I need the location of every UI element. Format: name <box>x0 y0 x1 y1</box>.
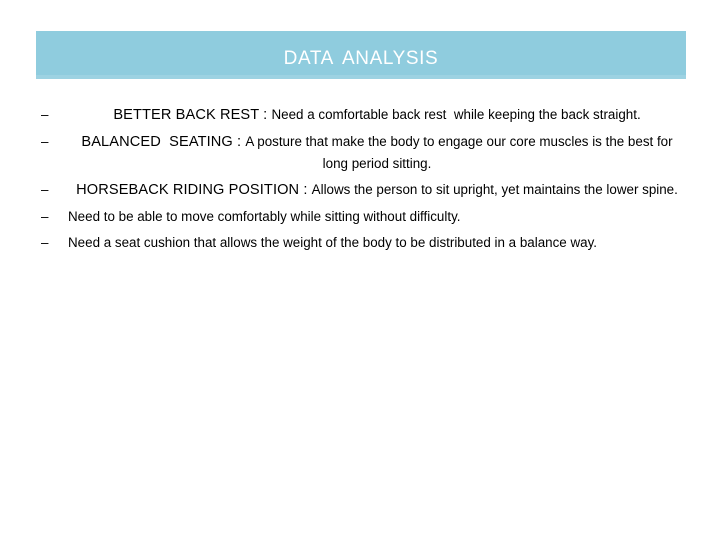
list-item-text: HORSEBACK RIDING POSITION : Allows the p… <box>68 179 686 201</box>
bullet-dash-icon: – <box>41 209 49 224</box>
list-item-text: BALANCED SEATING : A posture that make t… <box>68 131 686 174</box>
list-item-text: BETTER BACK REST : Need a comfortable ba… <box>68 104 686 126</box>
bullet-dash-icon: – <box>41 235 49 250</box>
list-item-body: Allows the person to sit upright, yet ma… <box>311 182 678 197</box>
bullet-dash-icon: – <box>41 182 49 197</box>
list-item-term: HORSEBACK RIDING POSITION <box>76 182 300 198</box>
list-item-term: BALANCED SEATING <box>81 134 233 150</box>
list-item: – HORSEBACK RIDING POSITION : Allows the… <box>36 179 686 201</box>
list-item-body: Need a seat cushion that allows the weig… <box>68 235 598 250</box>
list-item: – Need to be able to move comfortably wh… <box>36 206 686 227</box>
list-item: – BALANCED SEATING : A posture that make… <box>36 131 686 174</box>
list-item-body: A posture that make the body to engage o… <box>245 134 677 171</box>
page-title: Data Analysis <box>283 39 439 70</box>
list-item-text: Need a seat cushion that allows the weig… <box>68 232 686 253</box>
list-item-term: BETTER BACK REST <box>113 107 260 123</box>
list-item: – Need a seat cushion that allows the we… <box>36 232 686 253</box>
list-item-separator: : <box>259 107 272 123</box>
list-item-separator: : <box>232 134 246 150</box>
list-item-text: Need to be able to move comfortably whil… <box>68 206 686 227</box>
title-banner: Data Analysis <box>36 31 686 79</box>
list-item: – BETTER BACK REST : Need a comfortable … <box>36 104 686 126</box>
bullet-dash-icon: – <box>41 134 49 149</box>
list-item-separator: : <box>299 182 312 198</box>
list-item-body: Need to be able to move comfortably whil… <box>68 209 461 224</box>
bullet-dash-icon: – <box>41 107 49 122</box>
bullet-list: – BETTER BACK REST : Need a comfortable … <box>36 104 686 253</box>
slide-canvas: Data Analysis – BETTER BACK REST : Need … <box>0 0 720 540</box>
list-item-body: Need a comfortable back rest while keepi… <box>271 107 641 122</box>
